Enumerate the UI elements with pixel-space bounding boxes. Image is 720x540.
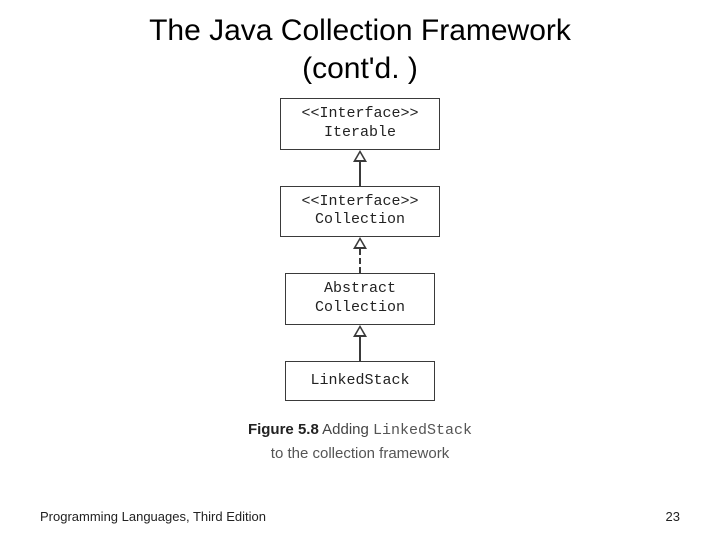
arrow-abstract-linkedstack xyxy=(353,325,367,361)
page-number: 23 xyxy=(666,509,680,524)
solid-line xyxy=(359,337,361,361)
slide-title: The Java Collection Framework (cont'd. ) xyxy=(0,0,720,87)
caption-mono: LinkedStack xyxy=(373,422,472,439)
title-line-2: (cont'd. ) xyxy=(302,52,418,85)
class-name: Iterable xyxy=(301,124,418,143)
uml-diagram: <<Interface>> Iterable <<Interface>> Col… xyxy=(0,98,720,465)
caption-line2: to the collection framework xyxy=(271,445,449,462)
title-line-1: The Java Collection Framework xyxy=(149,14,571,47)
triangle-up-icon xyxy=(353,150,367,162)
stereotype-label: <<Interface>> xyxy=(301,193,418,212)
node-collection: <<Interface>> Collection xyxy=(280,186,439,238)
node-iterable: <<Interface>> Iterable xyxy=(280,98,439,150)
stereotype-label: <<Interface>> xyxy=(301,105,418,124)
class-name: LinkedStack xyxy=(306,372,414,391)
node-linkedstack: LinkedStack xyxy=(285,361,435,402)
triangle-up-icon xyxy=(353,325,367,337)
footer-book-title: Programming Languages, Third Edition xyxy=(40,509,266,524)
class-name-line1: Abstract xyxy=(306,280,414,299)
node-abstract-collection: Abstract Collection xyxy=(285,273,435,325)
dashed-line xyxy=(359,249,361,273)
figure-caption: Figure 5.8 Adding LinkedStack to the col… xyxy=(248,419,472,465)
class-name: Collection xyxy=(301,211,418,230)
class-name-line2: Collection xyxy=(306,299,414,318)
arrow-iterable-collection xyxy=(353,150,367,186)
triangle-up-icon xyxy=(353,237,367,249)
slide: The Java Collection Framework (cont'd. )… xyxy=(0,0,720,540)
arrow-collection-abstract xyxy=(353,237,367,273)
figure-ref: Figure 5.8 xyxy=(248,421,319,438)
caption-lead: Adding xyxy=(322,421,369,438)
solid-line xyxy=(359,162,361,186)
